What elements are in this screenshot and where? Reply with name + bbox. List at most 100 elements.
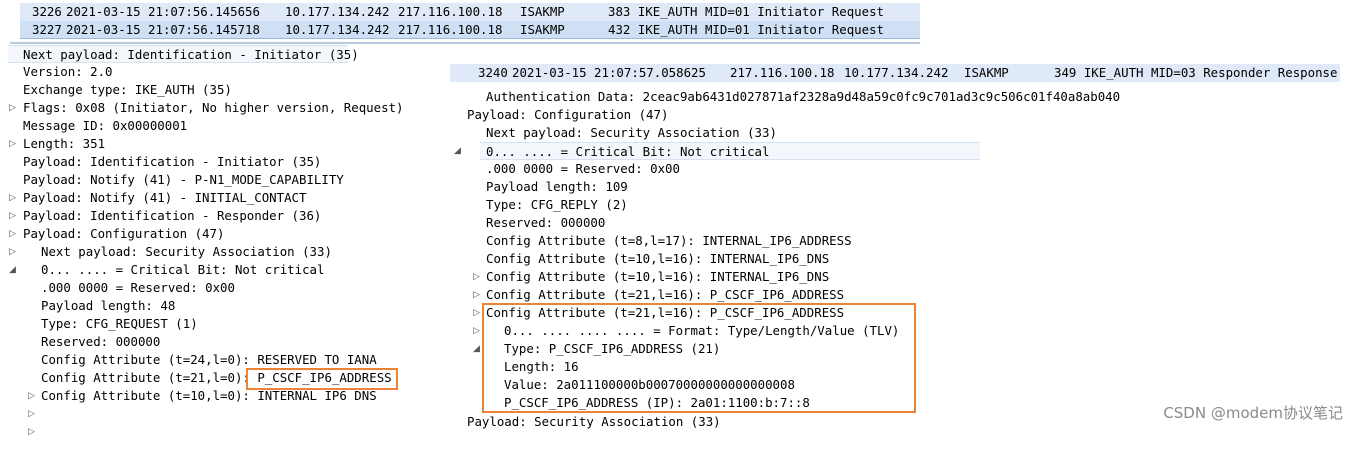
tree-row-label: Payload: Identification - Responder (36) [23,208,322,223]
tree-row-reserved-bits[interactable]: .000 0000 = Reserved: 0x00 [450,160,680,178]
tree-row-critical-bit[interactable]: 0... .... = Critical Bit: Not critical [480,142,980,160]
packet-info: 432 IKE_AUTH MID=01 Initiator Request [608,22,885,37]
tree-row-label: Reserved: 000000 [486,215,606,230]
tree-row-label: Next payload: Security Association (33) [41,244,332,259]
tree-row-label: Config Attribute (t=24,l=0): RESERVED TO… [41,352,377,367]
right-capture-pane: 3240 2021-03-15 21:07:57.058625 217.116.… [450,62,1361,436]
packet-dst: 217.116.100.18 [398,22,503,37]
packet-no: 3240 [478,65,508,80]
tree-row-payload-configuration[interactable]: ◢ Payload: Configuration (47) [8,225,224,275]
packet-row-3227[interactable]: 3227 2021-03-15 21:07:56.145718 10.177.1… [20,21,920,39]
tree-row-label: Message ID: 0x00000001 [23,118,188,133]
tree-row-exchange-type[interactable]: Exchange type: IKE_AUTH (35) [8,81,232,99]
tree-row-payload-length[interactable]: Payload length: 109 [450,178,628,196]
tree-row-label: Type: P_CSCF_IP6_ADDRESS (21) [504,341,721,356]
tree-row-label: Reserved: 000000 [41,334,161,349]
tree-row-length[interactable]: Length: 351 [8,135,105,153]
tree-row-payload-notify-initial[interactable]: ▷ Payload: Notify (41) - INITIAL_CONTACT [8,189,306,239]
tree-row-critical-bit[interactable]: 0... .... = Critical Bit: Not critical [8,261,324,279]
tree-row-reserved[interactable]: Reserved: 000000 [450,214,605,232]
tree-row-label: Type: CFG_REPLY (2) [486,197,628,212]
tree-row-version[interactable]: ▷ Version: 2.0 [8,63,113,113]
tree-row-attr-value[interactable]: Value: 2a011100000b00070000000000000008 [450,376,795,394]
tree-row-label: Config Attribute (t=10,l=0): INTERNAL IP… [41,388,377,403]
tree-row-label: Payload: Configuration (47) [23,226,225,241]
tree-row-cfg-next-payload[interactable]: Next payload: Security Association (33) [8,243,332,261]
packet-no: 3226 [32,4,62,19]
tree-row-label: Next payload: Identification - Initiator… [23,47,359,62]
tree-row-payload-id-responder[interactable]: ▷ Payload: Identification - Responder (3… [8,207,321,257]
tree-row-label: 0... .... = Critical Bit: Not critical [41,262,325,277]
packet-info: 383 IKE_AUTH MID=01 Initiator Request [608,4,885,19]
tree-row-label: Length: 351 [23,136,106,151]
tree-row-attr-type[interactable]: Type: P_CSCF_IP6_ADDRESS (21) [450,340,720,358]
tree-row-config-attr-24[interactable]: ▷ Config Attribute (t=24,l=0): RESERVED … [8,351,377,401]
tree-row-auth-data[interactable]: Authentication Data: 2ceac9ab6431d027871… [450,88,1120,106]
packet-proto: ISAKMP [964,65,1009,80]
tree-row-label: Authentication Data: 2ceac9ab6431d027871… [486,89,1121,104]
expand-arrow-icon[interactable]: ▷ [27,423,36,441]
tree-row-payload-notify-n1[interactable]: ▷ Payload: Notify (41) - P-N1_MODE_CAPAB… [8,171,344,221]
left-capture-pane: 3226 2021-03-15 21:07:56.145656 10.177.1… [0,0,920,437]
tree-row-label: 0... .... = Critical Bit: Not critical [486,144,770,159]
tree-row-payload-id-initiator[interactable]: ▷ Payload: Identification - Initiator (3… [8,153,321,203]
tree-row-payload-configuration[interactable]: ◢ Payload: Configuration (47) [450,106,668,156]
tree-row-label: Payload: Identification - Initiator (35) [23,154,322,169]
packet-src: 10.177.134.242 [285,22,390,37]
tree-row-label: Flags: 0x08 (Initiator, No higher versio… [23,100,404,115]
tree-row-config-attr-10b[interactable]: ▷ Config Attribute (t=10,l=16): INTERNAL… [450,268,829,318]
tree-row-label: Config Attribute (t=21,l=0): P_CSCF_IP6_… [41,370,392,385]
tree-row-reserved-bits[interactable]: .000 0000 = Reserved: 0x00 [8,279,235,297]
tree-row-config-attr-10[interactable]: ▷ Config Attribute (t=10,l=0): INTERNAL … [8,387,377,437]
tree-row-config-attr-8[interactable]: ▷ Config Attribute (t=8,l=17): INTERNAL_… [450,232,852,282]
packet-time: 2021-03-15 21:07:56.145656 [66,4,260,19]
tree-row-label: .000 0000 = Reserved: 0x00 [41,280,235,295]
packet-info: 349 IKE_AUTH MID=03 Responder Response [1054,65,1338,80]
packet-src: 217.116.100.18 [730,65,835,80]
tree-row-label: Value: 2a011100000b00070000000000000008 [504,377,795,392]
tree-row-payload-length[interactable]: Payload length: 48 [8,297,175,315]
tree-row-label: Payload: Notify (41) - INITIAL_CONTACT [23,190,307,205]
tree-row-label: Exchange type: IKE_AUTH (35) [23,82,232,97]
packet-time: 2021-03-15 21:07:57.058625 [512,65,706,80]
tree-row-label: Config Attribute (t=10,l=16): INTERNAL_I… [486,269,830,284]
tree-row-attr-format[interactable]: 0... .... .... .... = Format: Type/Lengt… [450,322,899,340]
tree-row-label: Config Attribute (t=10,l=16): INTERNAL_I… [486,251,830,266]
pane-divider [10,42,920,44]
packet-proto: ISAKMP [520,4,565,19]
tree-row-label: Config Attribute (t=21,l=16): P_CSCF_IP6… [486,287,845,302]
tree-row-next-payload[interactable]: Next payload: Identification - Initiator… [8,45,359,63]
tree-row-config-attr-21b[interactable]: ◢ Config Attribute (t=21,l=16): P_CSCF_I… [450,304,844,354]
tree-row-label: Next payload: Security Association (33) [486,125,777,140]
tree-row-flags[interactable]: ▷ Flags: 0x08 (Initiator, No higher vers… [8,99,403,149]
right-detail-tree: Authentication Data: 2ceac9ab6431d027871… [450,87,1361,436]
left-detail-tree: Next payload: Identification - Initiator… [8,45,448,437]
tree-row-label: Payload: Configuration (47) [467,107,669,122]
tree-row-cfg-type[interactable]: Type: CFG_REQUEST (1) [8,315,198,333]
packet-time: 2021-03-15 21:07:56.145718 [66,22,260,37]
tree-row-label: Payload length: 48 [41,298,176,313]
tree-row-message-id[interactable]: Message ID: 0x00000001 [8,117,187,135]
packet-no: 3227 [32,22,62,37]
tree-row-label: 0... .... .... .... = Format: Type/Lengt… [504,323,900,338]
packet-dst: 10.177.134.242 [844,65,949,80]
tree-row-cfg-next-payload[interactable]: Next payload: Security Association (33) [450,124,777,142]
packet-row-3226[interactable]: 3226 2021-03-15 21:07:56.145656 10.177.1… [20,3,920,21]
tree-row-reserved[interactable]: Reserved: 000000 [8,333,160,351]
tree-row-config-attr-10a[interactable]: ▷ Config Attribute (t=10,l=16): INTERNAL… [450,250,829,300]
tree-row-label: Payload: Security Association (33) [467,414,721,429]
tree-row-config-attr-21[interactable]: ▷ Config Attribute (t=21,l=0): P_CSCF_IP… [8,369,392,419]
packet-dst: 217.116.100.18 [398,4,503,19]
tree-row-label: .000 0000 = Reserved: 0x00 [486,161,680,176]
tree-row-label: Type: CFG_REQUEST (1) [41,316,198,331]
tree-row-label: Payload length: 109 [486,179,628,194]
tree-row-label: Config Attribute (t=21,l=16): P_CSCF_IP6… [486,305,845,320]
tree-row-config-attr-21a[interactable]: ▷ Config Attribute (t=21,l=16): P_CSCF_I… [450,286,844,336]
tree-row-attr-length[interactable]: Length: 16 [450,358,579,376]
tree-row-payload-sa[interactable]: ▷ Payload: Security Association (33) [450,413,721,431]
packet-src: 10.177.134.242 [285,4,390,19]
packet-row-3240[interactable]: 3240 2021-03-15 21:07:57.058625 217.116.… [450,64,1340,82]
tree-row-label: Config Attribute (t=8,l=17): INTERNAL_IP… [486,233,852,248]
tree-row-attr-ip[interactable]: P_CSCF_IP6_ADDRESS (IP): 2a01:1100:b:7::… [450,394,810,412]
tree-row-cfg-type[interactable]: Type: CFG_REPLY (2) [450,196,628,214]
